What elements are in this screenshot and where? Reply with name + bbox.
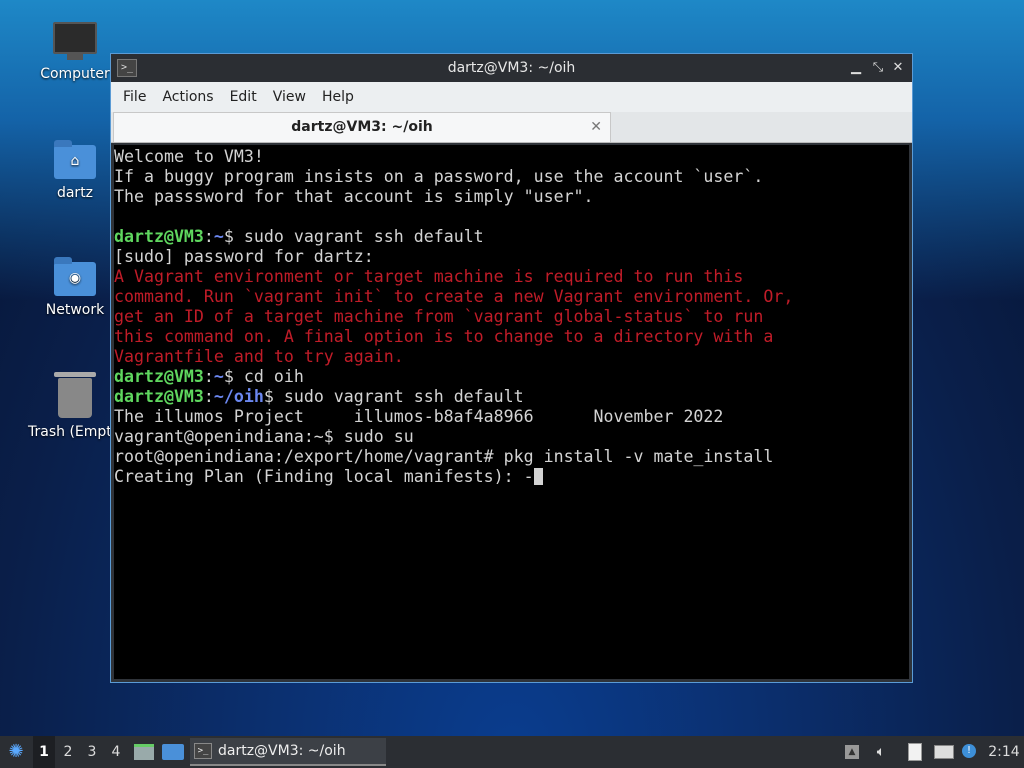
prompt-command: $ sudo vagrant ssh default bbox=[223, 227, 484, 246]
terminal-task-icon: >_ bbox=[194, 743, 212, 759]
terminal-app-icon: >_ bbox=[117, 59, 137, 77]
prompt-colon: : bbox=[203, 367, 214, 386]
network-tray-icon[interactable] bbox=[934, 745, 954, 759]
menu-edit[interactable]: Edit bbox=[222, 89, 265, 105]
minimize-button[interactable]: ▁ bbox=[846, 54, 866, 82]
window-title: dartz@VM3: ~/oih bbox=[447, 60, 576, 76]
terminal-line: The illumos Project illumos-b8af4a8966 N… bbox=[114, 407, 724, 426]
terminal-prompt-line: dartz@VM3:~/oih$ sudo vagrant ssh defaul… bbox=[114, 387, 909, 407]
prompt-command: $ cd oih bbox=[223, 367, 304, 386]
terminal-error-line: get an ID of a target machine from `vagr… bbox=[114, 307, 764, 326]
clock[interactable]: 2:14 bbox=[988, 736, 1020, 768]
show-desktop-icon[interactable] bbox=[162, 744, 184, 760]
terminal-error-line: A Vagrant environment or target machine … bbox=[114, 267, 744, 286]
terminal-cursor bbox=[533, 468, 543, 485]
terminal-line: Welcome to VM3! bbox=[114, 147, 264, 166]
prompt-user: dartz@VM3 bbox=[114, 227, 204, 246]
terminal-line-text: Creating Plan (Finding local manifests):… bbox=[114, 467, 534, 486]
prompt-path: ~ bbox=[213, 367, 224, 386]
prompt-colon: : bbox=[203, 227, 214, 246]
terminal-active-line: Creating Plan (Finding local manifests):… bbox=[114, 467, 909, 487]
tab-close-icon[interactable]: ✕ bbox=[590, 113, 602, 141]
workspace-1[interactable]: 1 bbox=[33, 736, 55, 768]
prompt-command: $ sudo vagrant ssh default bbox=[263, 387, 524, 406]
terminal-line: [sudo] password for dartz: bbox=[114, 247, 374, 266]
taskbar-window-label: dartz@VM3: ~/oih bbox=[218, 743, 346, 759]
window-titlebar[interactable]: >_ dartz@VM3: ~/oih ▁ ⤡ ✕ bbox=[111, 54, 912, 82]
terminal-error-line: Vagrantfile and to try again. bbox=[114, 347, 404, 366]
workspace-3[interactable]: 3 bbox=[81, 736, 103, 768]
menu-view[interactable]: View bbox=[265, 89, 314, 105]
menu-help[interactable]: Help bbox=[314, 89, 362, 105]
terminal-prompt-line: dartz@VM3:~$ cd oih bbox=[114, 367, 909, 387]
tray-up-arrow-icon[interactable]: ▲ bbox=[845, 745, 859, 759]
clipboard-icon[interactable] bbox=[908, 743, 922, 761]
terminal-line: vagrant@openindiana:~$ sudo su bbox=[114, 427, 414, 446]
close-button[interactable]: ✕ bbox=[888, 54, 908, 82]
computer-icon bbox=[53, 22, 97, 60]
prompt-colon: : bbox=[203, 387, 214, 406]
trash-icon bbox=[54, 372, 96, 418]
maximize-button[interactable]: ⤡ bbox=[868, 54, 888, 82]
terminal-line: The passsword for that account is simply… bbox=[114, 187, 594, 206]
start-menu-icon[interactable]: ✺ bbox=[4, 736, 28, 768]
terminal-prompt-line: dartz@VM3:~$ sudo vagrant ssh default bbox=[114, 227, 909, 247]
terminal-window[interactable]: >_ dartz@VM3: ~/oih ▁ ⤡ ✕ File Actions E… bbox=[110, 53, 913, 683]
prompt-user: dartz@VM3 bbox=[114, 367, 204, 386]
prompt-user: dartz@VM3 bbox=[114, 387, 204, 406]
menu-bar: File Actions Edit View Help bbox=[111, 82, 912, 112]
home-folder-icon: ⌂ bbox=[54, 140, 96, 179]
terminal-line: If a buggy program insists on a password… bbox=[114, 167, 764, 186]
terminal-line: root@openindiana:/export/home/vagrant# p… bbox=[114, 447, 774, 466]
notification-icon[interactable]: ! bbox=[962, 744, 976, 758]
workspace-4[interactable]: 4 bbox=[105, 736, 127, 768]
tab-terminal[interactable]: dartz@VM3: ~/oih ✕ bbox=[113, 112, 611, 142]
terminal-output[interactable]: Welcome to VM3! If a buggy program insis… bbox=[114, 145, 909, 679]
prompt-path: ~/oih bbox=[213, 387, 264, 406]
tab-label: dartz@VM3: ~/oih bbox=[291, 119, 433, 135]
terminal-error-line: command. Run `vagrant init` to create a … bbox=[114, 287, 794, 306]
tab-bar: dartz@VM3: ~/oih ✕ bbox=[111, 112, 912, 143]
volume-icon[interactable]: 🔈︎ bbox=[872, 736, 890, 768]
taskbar-window-button[interactable]: >_ dartz@VM3: ~/oih bbox=[190, 738, 386, 766]
menu-file[interactable]: File bbox=[115, 89, 154, 105]
menu-actions[interactable]: Actions bbox=[154, 89, 221, 105]
terminal-error-line: this command on. A final option is to ch… bbox=[114, 327, 774, 346]
workspace-2[interactable]: 2 bbox=[57, 736, 79, 768]
prompt-path: ~ bbox=[213, 227, 224, 246]
file-manager-launcher-icon[interactable] bbox=[134, 744, 154, 760]
network-folder-icon: ◉ bbox=[54, 257, 96, 296]
taskbar: ✺ 1 2 3 4 >_ dartz@VM3: ~/oih ▲ 🔈︎ ! 2:1… bbox=[0, 736, 1024, 768]
